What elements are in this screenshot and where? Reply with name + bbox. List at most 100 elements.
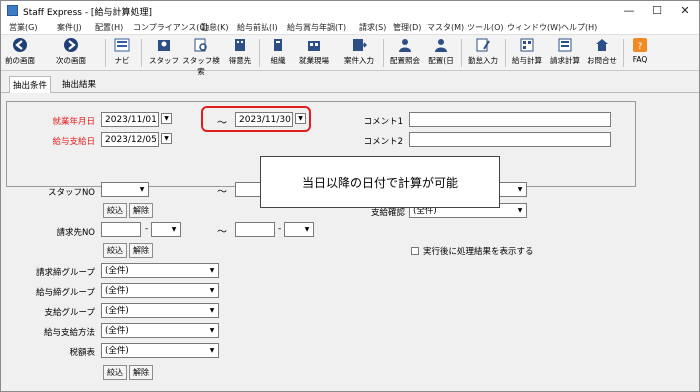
case-entry-icon xyxy=(353,39,367,51)
staff-no-label: スタッフNO xyxy=(47,188,95,198)
menu-kyuyo-shoyo[interactable]: 給与賞与年調(T) xyxy=(287,22,346,33)
pay-group-value: (全件) xyxy=(105,286,129,296)
assign-query-button[interactable]: 配置照会 xyxy=(387,37,423,69)
dropdown-arrow-icon: ▼ xyxy=(517,186,523,193)
tax-table-label: 税額表 xyxy=(69,348,95,358)
staff-search-button[interactable]: スタッフ検索 xyxy=(181,37,221,76)
menu-help[interactable]: ヘルプ(H) xyxy=(561,22,597,33)
pay-calc-button[interactable]: 給与計算 xyxy=(509,37,545,69)
back-label: 前の画面 xyxy=(5,56,35,65)
workplace-icon xyxy=(308,41,320,51)
menu-anken[interactable]: 案件(J) xyxy=(57,22,82,33)
client-label: 得意先 xyxy=(228,56,252,65)
menu-tool[interactable]: ツール(O) xyxy=(467,22,504,33)
group-narrow-button[interactable]: 絞込 xyxy=(103,365,127,380)
pay-date-dropdown[interactable]: ▼ xyxy=(161,133,172,144)
staff-clear-button[interactable]: 解除 xyxy=(129,203,153,218)
toolbar-separator xyxy=(461,39,462,67)
dropdown-arrow-icon: ▼ xyxy=(171,226,177,233)
tab-strip: 抽出条件 抽出結果 xyxy=(1,73,699,93)
staff-range-tilde: ～ xyxy=(217,187,227,198)
menu-bar: 営業(G) 案件(J) 配置(H) コンプライアンス(C) 勤怠(K) 給与前払… xyxy=(1,21,699,35)
work-from-input[interactable]: 2023/11/01 xyxy=(101,112,159,127)
toolbar-separator xyxy=(259,39,260,67)
pay-method-select[interactable]: (全件) ▼ xyxy=(101,323,219,338)
menu-kintai[interactable]: 勤怠(K) xyxy=(201,22,229,33)
client-button[interactable]: 得意先 xyxy=(225,37,255,69)
toolbar-separator xyxy=(105,39,106,67)
toolbar-separator xyxy=(505,39,506,67)
bill-narrow-button[interactable]: 絞込 xyxy=(103,243,127,258)
attend-entry-label: 勤怠入力 xyxy=(468,56,498,65)
faq-label: FAQ xyxy=(632,55,648,64)
menu-haichi[interactable]: 配置(H) xyxy=(95,22,123,33)
pay-method-value: (全件) xyxy=(105,326,129,336)
tab-extract-results[interactable]: 抽出結果 xyxy=(59,76,99,92)
dropdown-arrow-icon: ▼ xyxy=(209,267,215,274)
dropdown-arrow-icon: ▼ xyxy=(209,327,215,334)
comment1-input[interactable] xyxy=(409,112,611,127)
menu-eigyo[interactable]: 営業(G) xyxy=(9,22,37,33)
pay-date-input[interactable]: 2023/12/05 xyxy=(101,132,159,147)
toolbar-separator xyxy=(141,39,142,67)
billing-group-label: 請求締グループ xyxy=(36,268,95,278)
assign-day-button[interactable]: 配置(日 xyxy=(425,37,457,69)
menu-window[interactable]: ウィンドウ(W) xyxy=(507,22,561,33)
pay-group-label: 給与締グループ xyxy=(36,288,95,298)
client-icon xyxy=(235,39,245,51)
payout-group-label: 支給グループ xyxy=(44,308,96,318)
payout-group-value: (全件) xyxy=(105,306,129,316)
back-button[interactable]: 前の画面 xyxy=(3,37,37,69)
toolbar: 前の画面 次の画面 ナビ スタッフ スタッフ検索 得意先 組織 就業現場 案件入… xyxy=(1,35,699,76)
dropdown-arrow-icon: ▼ xyxy=(209,307,215,314)
pay-date-label: 給与支給日 xyxy=(52,137,95,147)
window-title: Staff Express - [給与計算処理] xyxy=(23,8,152,18)
case-entry-button[interactable]: 案件入力 xyxy=(339,37,379,69)
tab-extract-conditions[interactable]: 抽出条件 xyxy=(9,76,52,93)
dropdown-arrow-icon: ▼ xyxy=(139,186,145,193)
menu-compliance[interactable]: コンプライアンス(C) xyxy=(133,22,208,33)
staff-narrow-button[interactable]: 絞込 xyxy=(103,203,127,218)
menu-kanri[interactable]: 管理(D) xyxy=(393,22,421,33)
inquiry-button[interactable]: お問合せ xyxy=(585,37,619,69)
org-button[interactable]: 組織 xyxy=(265,37,291,69)
bill-no-to-input[interactable] xyxy=(235,222,275,237)
menu-seikyu[interactable]: 請求(S) xyxy=(359,22,386,33)
faq-icon: ? xyxy=(633,38,647,52)
org-icon xyxy=(274,39,282,51)
group-clear-button[interactable]: 解除 xyxy=(129,365,153,380)
staff-no-to-select[interactable] xyxy=(235,182,261,197)
close-button[interactable]: ✕ xyxy=(671,3,699,19)
dropdown-arrow-icon: ▼ xyxy=(304,226,310,233)
title-bar: Staff Express - [給与計算処理] — ☐ ✕ xyxy=(1,1,699,21)
comment2-label: コメント2 xyxy=(363,137,403,147)
faq-button[interactable]: ? FAQ xyxy=(627,37,653,69)
work-from-dropdown[interactable]: ▼ xyxy=(161,113,172,124)
minimize-button[interactable]: — xyxy=(615,3,643,19)
menu-kyuyo-maebarai[interactable]: 給与前払(I) xyxy=(237,22,278,33)
comment2-input[interactable] xyxy=(409,132,611,147)
bill-no-to-branch-select[interactable]: ▼ xyxy=(284,222,314,237)
bill-calc-button[interactable]: 請求計算 xyxy=(547,37,583,69)
staff-no-from-select[interactable]: ▼ xyxy=(101,182,149,197)
workplace-button[interactable]: 就業現場 xyxy=(295,37,333,69)
navi-button[interactable]: ナビ xyxy=(111,37,133,69)
svg-text:?: ? xyxy=(638,42,643,52)
bill-no-from-branch-select[interactable]: ▼ xyxy=(151,222,181,237)
payout-group-select[interactable]: (全件) ▼ xyxy=(101,303,219,318)
staff-no-extra-select[interactable]: ▼ xyxy=(499,182,527,197)
navi-icon xyxy=(114,38,130,52)
attend-entry-button[interactable]: 勤怠入力 xyxy=(465,37,501,69)
maximize-button[interactable]: ☐ xyxy=(643,3,671,19)
menu-master[interactable]: マスタ(M) xyxy=(427,22,464,33)
callout-note: 当日以降の日付で計算が可能 xyxy=(260,156,500,208)
tax-table-select[interactable]: (全件) ▼ xyxy=(101,343,219,358)
pay-group-select[interactable]: (全件) ▼ xyxy=(101,283,219,298)
show-result-checkbox[interactable] xyxy=(411,247,419,255)
attend-entry-icon xyxy=(476,38,490,52)
bill-clear-button[interactable]: 解除 xyxy=(129,243,153,258)
billing-group-select[interactable]: (全件) ▼ xyxy=(101,263,219,278)
staff-button[interactable]: スタッフ xyxy=(149,37,179,69)
bill-no-from-input[interactable] xyxy=(101,222,141,237)
next-button[interactable]: 次の画面 xyxy=(51,37,91,69)
